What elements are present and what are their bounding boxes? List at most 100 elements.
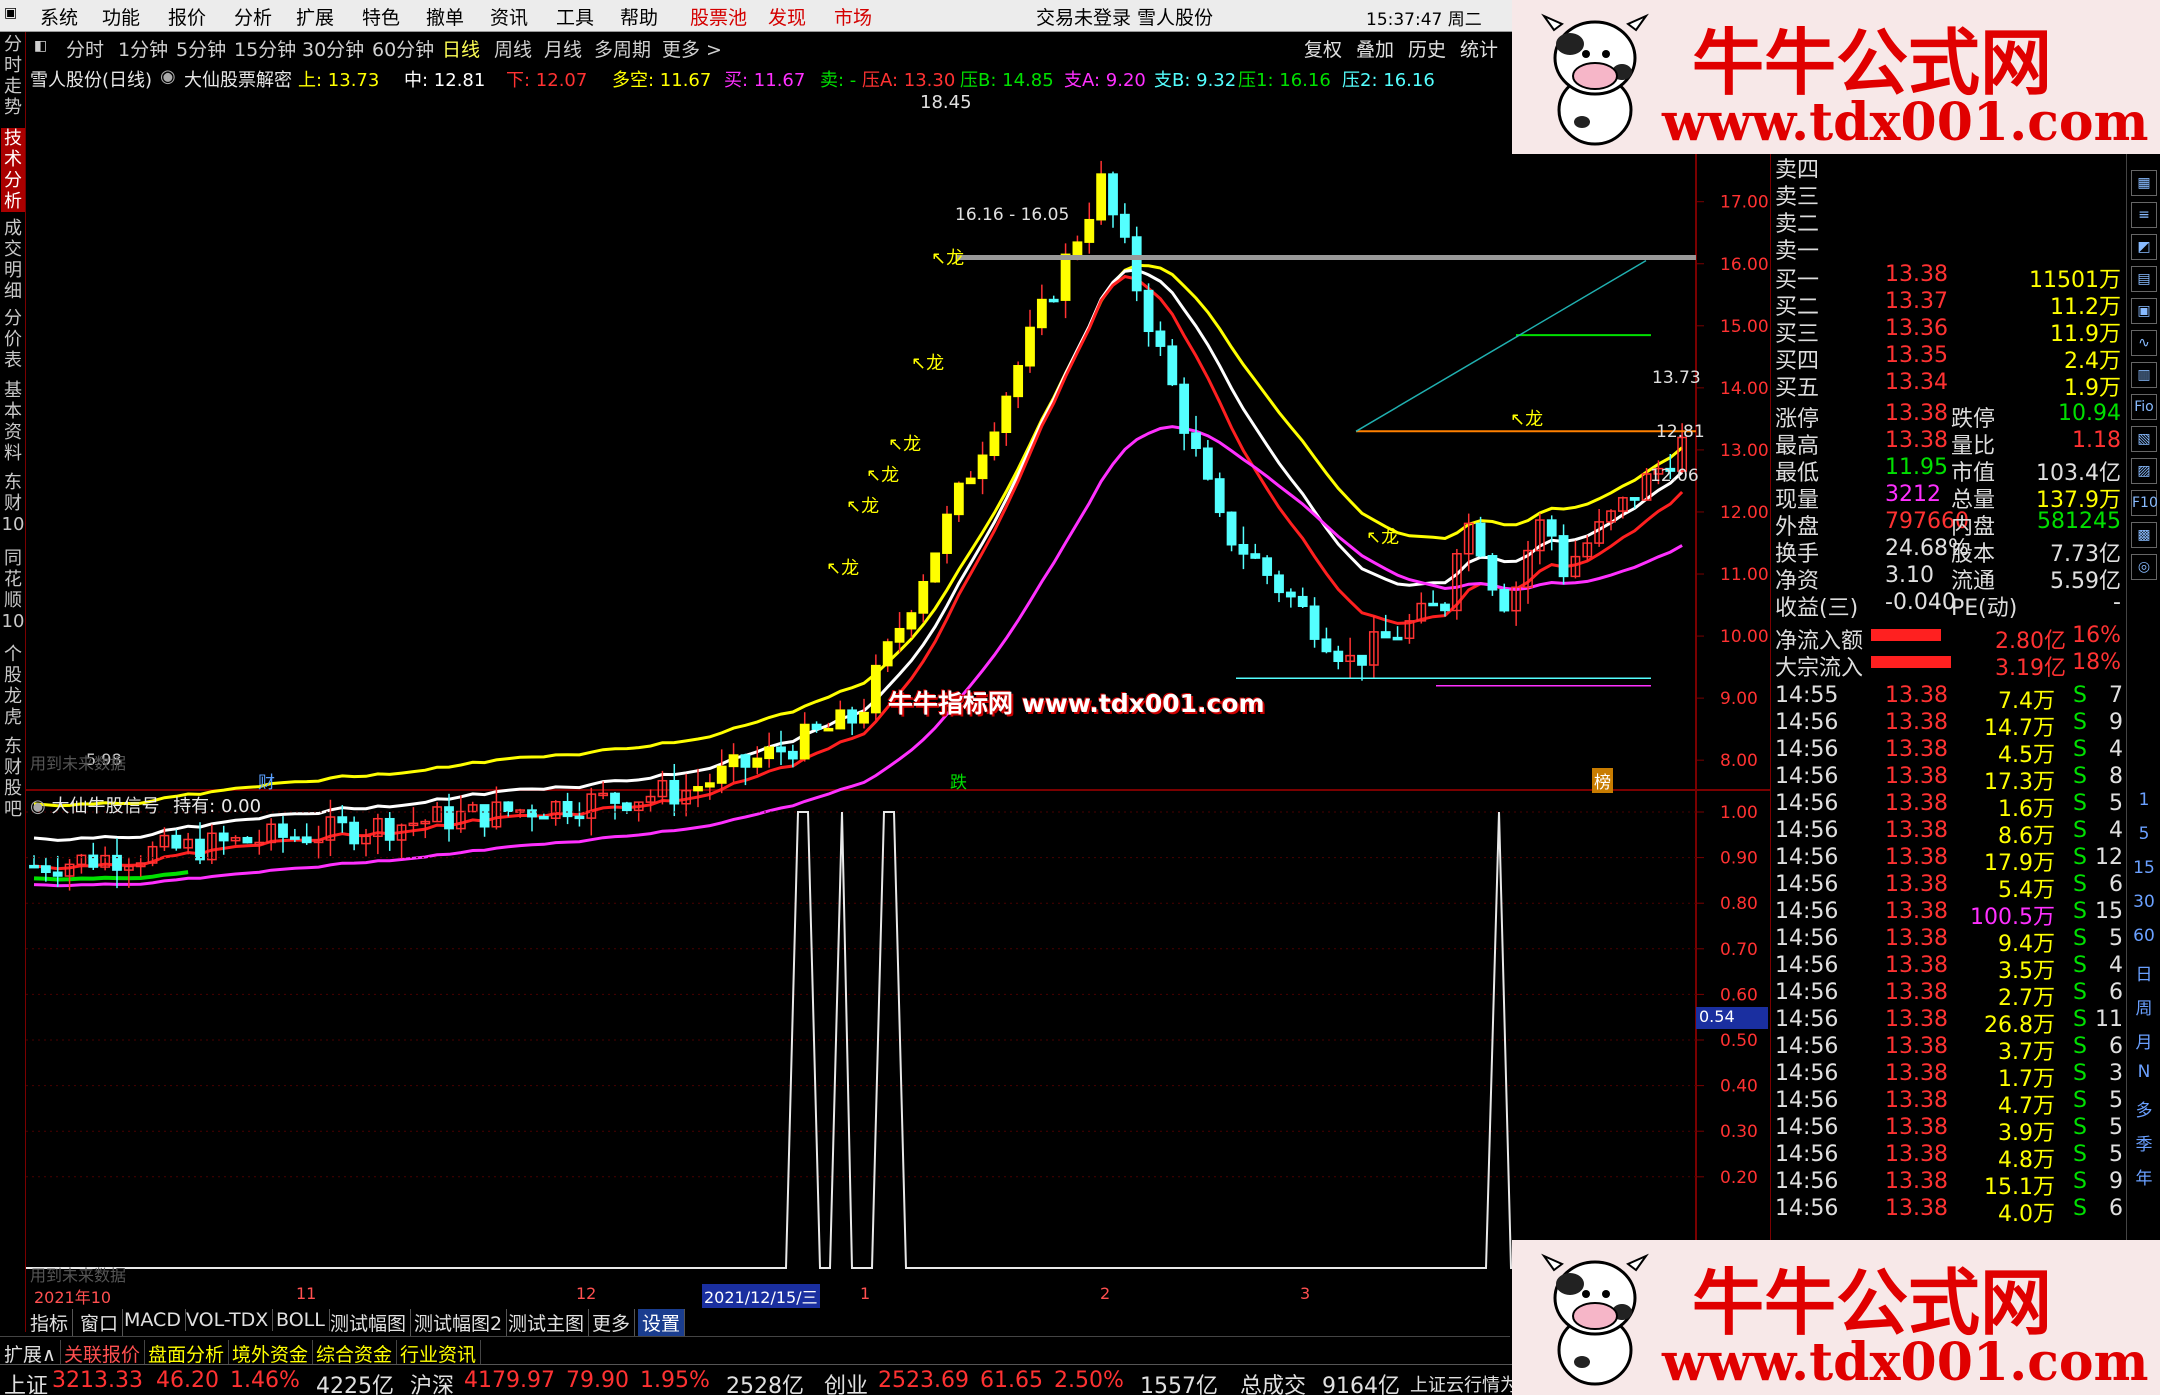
tick-row[interactable]: 14:56 13.38 5.4万 S 6	[1775, 872, 2125, 903]
period-tab[interactable]: 多周期	[594, 35, 651, 62]
tick-row[interactable]: 14:56 13.38 3.9万 S 5	[1775, 1115, 2125, 1146]
stat-row[interactable]: 现量 3212 总量 137.9万	[1775, 482, 2125, 513]
event-marker-drop[interactable]: 跌	[950, 768, 967, 793]
period-tab[interactable]: 1分钟	[118, 35, 168, 62]
more-periods[interactable]: 更多 >	[662, 35, 722, 62]
tick-row[interactable]: 14:56 13.38 1.6万 S 5	[1775, 791, 2125, 822]
nav-tab-profile[interactable]: 基本资料	[1, 380, 25, 464]
menu-help[interactable]: 帮助	[620, 3, 658, 30]
toolbar-icon[interactable]: Fio	[2131, 394, 2157, 420]
period-shortcut[interactable]: 1	[2129, 790, 2159, 810]
index-hs-label[interactable]: 沪深	[410, 1368, 454, 1395]
tick-row[interactable]: 14:56 13.38 1.7万 S 3	[1775, 1061, 2125, 1092]
indicator-name[interactable]: 大仙股票解密	[184, 66, 292, 92]
sell-level-row[interactable]: 卖四	[1775, 152, 2125, 183]
tick-row[interactable]: 14:56 13.38 9.4万 S 5	[1775, 926, 2125, 957]
tab-market-analysis[interactable]: 盘面分析	[144, 1340, 230, 1367]
tick-row[interactable]: 14:56 13.38 17.9万 S 12	[1775, 845, 2125, 876]
banner-url[interactable]: www.tdx001.com	[1662, 1332, 2149, 1393]
button-statistics[interactable]: 统计	[1460, 35, 1498, 62]
toolbar-icon[interactable]: ▤	[2131, 266, 2157, 292]
buy-level-row[interactable]: 买一 13.38 11501万	[1775, 262, 2125, 293]
index-sh-label[interactable]: 上证	[4, 1368, 48, 1395]
buy-level-row[interactable]: 买二 13.37 11.2万	[1775, 289, 2125, 320]
toolbar-icon[interactable]: F10	[2131, 490, 2158, 516]
stat-row[interactable]: 最低 11.95 市值 103.4亿	[1775, 455, 2125, 486]
period-shortcut[interactable]: 30	[2129, 892, 2159, 912]
menu-analysis[interactable]: 分析	[234, 3, 272, 30]
period-shortcut[interactable]: N	[2129, 1062, 2159, 1082]
stat-row[interactable]: 换手 24.68% 股本 7.73亿	[1775, 536, 2125, 567]
tab-settings[interactable]: 设置	[638, 1309, 686, 1336]
toggle-icon[interactable]: ◧	[34, 38, 47, 54]
period-tab[interactable]: 月线	[544, 35, 582, 62]
subchart-toggle-icon[interactable]: ◉	[30, 796, 46, 817]
tab-boll[interactable]: BOLL	[272, 1309, 330, 1331]
toolbar-icon[interactable]: ▦	[2131, 170, 2157, 196]
toolbar-icon[interactable]: ▨	[2131, 458, 2157, 484]
menu-market[interactable]: 市场	[834, 3, 872, 30]
buy-level-row[interactable]: 买三 13.36 11.9万	[1775, 316, 2125, 347]
index-cy-label[interactable]: 创业	[824, 1368, 868, 1395]
period-tab[interactable]: 30分钟	[302, 35, 364, 62]
stat-row[interactable]: 收益(三) -0.040 PE(动) -	[1775, 590, 2125, 621]
tick-row[interactable]: 14:56 13.38 4.5万 S 4	[1775, 737, 2125, 768]
banner-url[interactable]: www.tdx001.com	[1662, 92, 2149, 153]
menu-system[interactable]: 系统	[40, 3, 78, 30]
nav-tab-eastmoney[interactable]: 东财10	[1, 472, 25, 535]
period-shortcut[interactable]: 日	[2129, 960, 2159, 985]
period-shortcut[interactable]: 5	[2129, 824, 2159, 844]
toolbar-icon[interactable]: ◩	[2131, 234, 2157, 260]
tick-row[interactable]: 14:56 13.38 4.0万 S 6	[1775, 1196, 2125, 1227]
toolbar-icon[interactable]: ∿	[2131, 330, 2157, 356]
news-ticker[interactable]: 上证云行情为	[1410, 1371, 1518, 1395]
stat-row[interactable]: 涨停 13.38 跌停 10.94	[1775, 401, 2125, 432]
tick-row[interactable]: 14:56 13.38 8.6万 S 4	[1775, 818, 2125, 849]
tab-test-sub[interactable]: 测试幅图	[326, 1309, 412, 1336]
sell-level-row[interactable]: 卖三	[1775, 179, 2125, 210]
toolbar-icon[interactable]: ▣	[2131, 298, 2157, 324]
tick-row[interactable]: 14:55 13.38 7.4万 S 7	[1775, 683, 2125, 714]
nav-tab-price-table[interactable]: 分价表	[1, 308, 25, 371]
period-shortcut[interactable]: 15	[2129, 858, 2159, 878]
tab-test-sub2[interactable]: 测试幅图2	[410, 1309, 508, 1336]
tab-vol[interactable]: VOL-TDX	[182, 1309, 274, 1331]
period-shortcut[interactable]: 60	[2129, 926, 2159, 946]
tab-overseas-funds[interactable]: 境外资金	[228, 1340, 314, 1367]
tab-macd[interactable]: MACD	[120, 1309, 186, 1331]
tick-row[interactable]: 14:56 13.38 3.5万 S 4	[1775, 953, 2125, 984]
nav-tab-dragon-tiger[interactable]: 个股龙虎	[1, 644, 25, 728]
tick-row[interactable]: 14:56 13.38 100.5万 S 15	[1775, 899, 2125, 930]
menu-cancel-order[interactable]: 撤单	[426, 3, 464, 30]
tab-window[interactable]: 窗口	[76, 1309, 124, 1336]
event-marker-list[interactable]: 榜	[1592, 768, 1613, 793]
nav-tab-timeshare[interactable]: 分时走势	[1, 34, 25, 118]
tab-related-quote[interactable]: 关联报价	[60, 1340, 146, 1367]
stat-row[interactable]: 外盘 797660 内盘 581245	[1775, 509, 2125, 540]
flow-row[interactable]: 大宗流入 3.19亿 18%	[1775, 650, 2125, 681]
tick-row[interactable]: 14:56 13.38 2.7万 S 6	[1775, 980, 2125, 1011]
tab-indicator[interactable]: 指标	[26, 1309, 74, 1336]
subchart-title[interactable]: 大仙牛股信号	[51, 796, 159, 817]
tab-industry-news[interactable]: 行业资讯	[396, 1340, 482, 1367]
nav-tab-technical[interactable]: 技术分析	[1, 128, 25, 212]
period-tab[interactable]: 60分钟	[372, 35, 434, 62]
nav-tab-ths[interactable]: 同花顺10	[1, 548, 25, 632]
menu-quote[interactable]: 报价	[168, 3, 206, 30]
tick-row[interactable]: 14:56 13.38 3.7万 S 6	[1775, 1034, 2125, 1065]
period-tab[interactable]: 周线	[494, 35, 532, 62]
stat-row[interactable]: 净资 3.10 流通 5.59亿	[1775, 563, 2125, 594]
tab-more[interactable]: 更多	[588, 1309, 636, 1336]
tick-row[interactable]: 14:56 13.38 14.7万 S 9	[1775, 710, 2125, 741]
period-tab[interactable]: 15分钟	[234, 35, 296, 62]
sell-level-row[interactable]: 卖二	[1775, 206, 2125, 237]
menu-news[interactable]: 资讯	[490, 3, 528, 30]
button-history[interactable]: 历史	[1408, 35, 1446, 62]
period-shortcut[interactable]: 多	[2129, 1096, 2159, 1121]
nav-tab-deals[interactable]: 成交明细	[1, 218, 25, 302]
period-tab-active[interactable]: 日线	[442, 35, 480, 62]
period-shortcut[interactable]: 季	[2129, 1130, 2159, 1155]
period-tab[interactable]: 5分钟	[176, 35, 226, 62]
tick-row[interactable]: 14:56 13.38 15.1万 S 9	[1775, 1169, 2125, 1200]
tick-row[interactable]: 14:56 13.38 26.8万 S 11	[1775, 1007, 2125, 1038]
